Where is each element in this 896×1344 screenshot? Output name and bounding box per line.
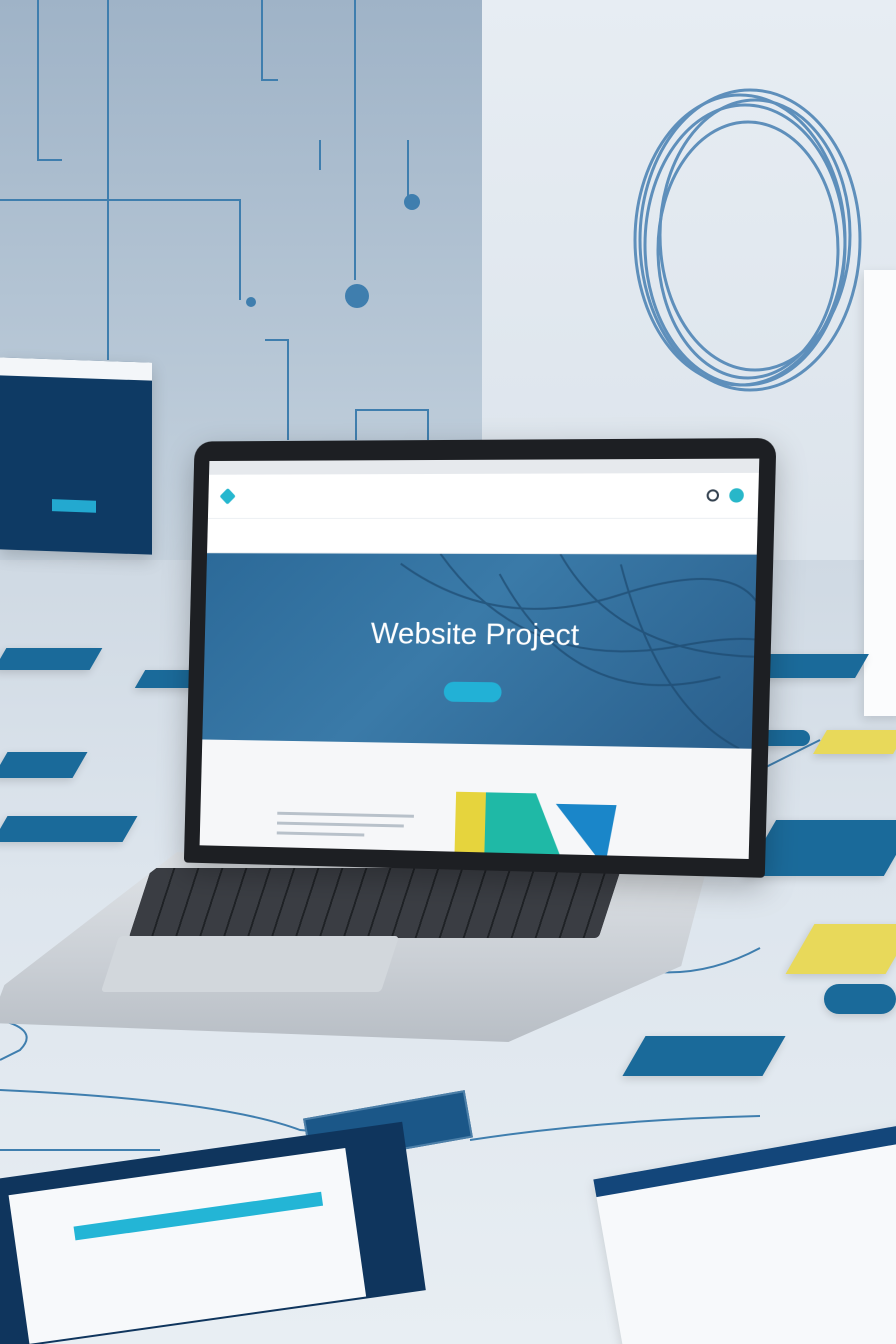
trackpad [100, 936, 400, 992]
header-actions [706, 488, 744, 503]
tile [0, 816, 138, 842]
site-nav [207, 518, 758, 555]
text-line [277, 811, 414, 818]
document-bar [73, 1191, 324, 1241]
tile [824, 984, 896, 1014]
code-printout [864, 270, 896, 716]
laptop-screen: Website Project [199, 458, 760, 860]
panel-cta-shape [52, 499, 96, 513]
site-header [207, 472, 759, 519]
floating-website-panel [0, 357, 152, 555]
hero-section: Website Project [202, 553, 757, 749]
scene: Website Project [0, 0, 896, 1344]
hero-title: Website Project [370, 617, 580, 653]
tile [0, 752, 88, 778]
avatar-icon[interactable] [729, 488, 744, 503]
laptop-lid: Website Project [183, 438, 777, 878]
search-icon[interactable] [706, 489, 720, 502]
content-section [199, 739, 752, 860]
tile [622, 1036, 786, 1076]
text-line [276, 821, 404, 828]
tile [0, 648, 103, 670]
keyboard [128, 868, 622, 938]
text-line [276, 831, 365, 837]
tile [813, 730, 896, 754]
hero-cta-button[interactable] [443, 681, 502, 703]
logo-icon[interactable] [219, 487, 236, 505]
geometric-graphic [454, 791, 617, 860]
